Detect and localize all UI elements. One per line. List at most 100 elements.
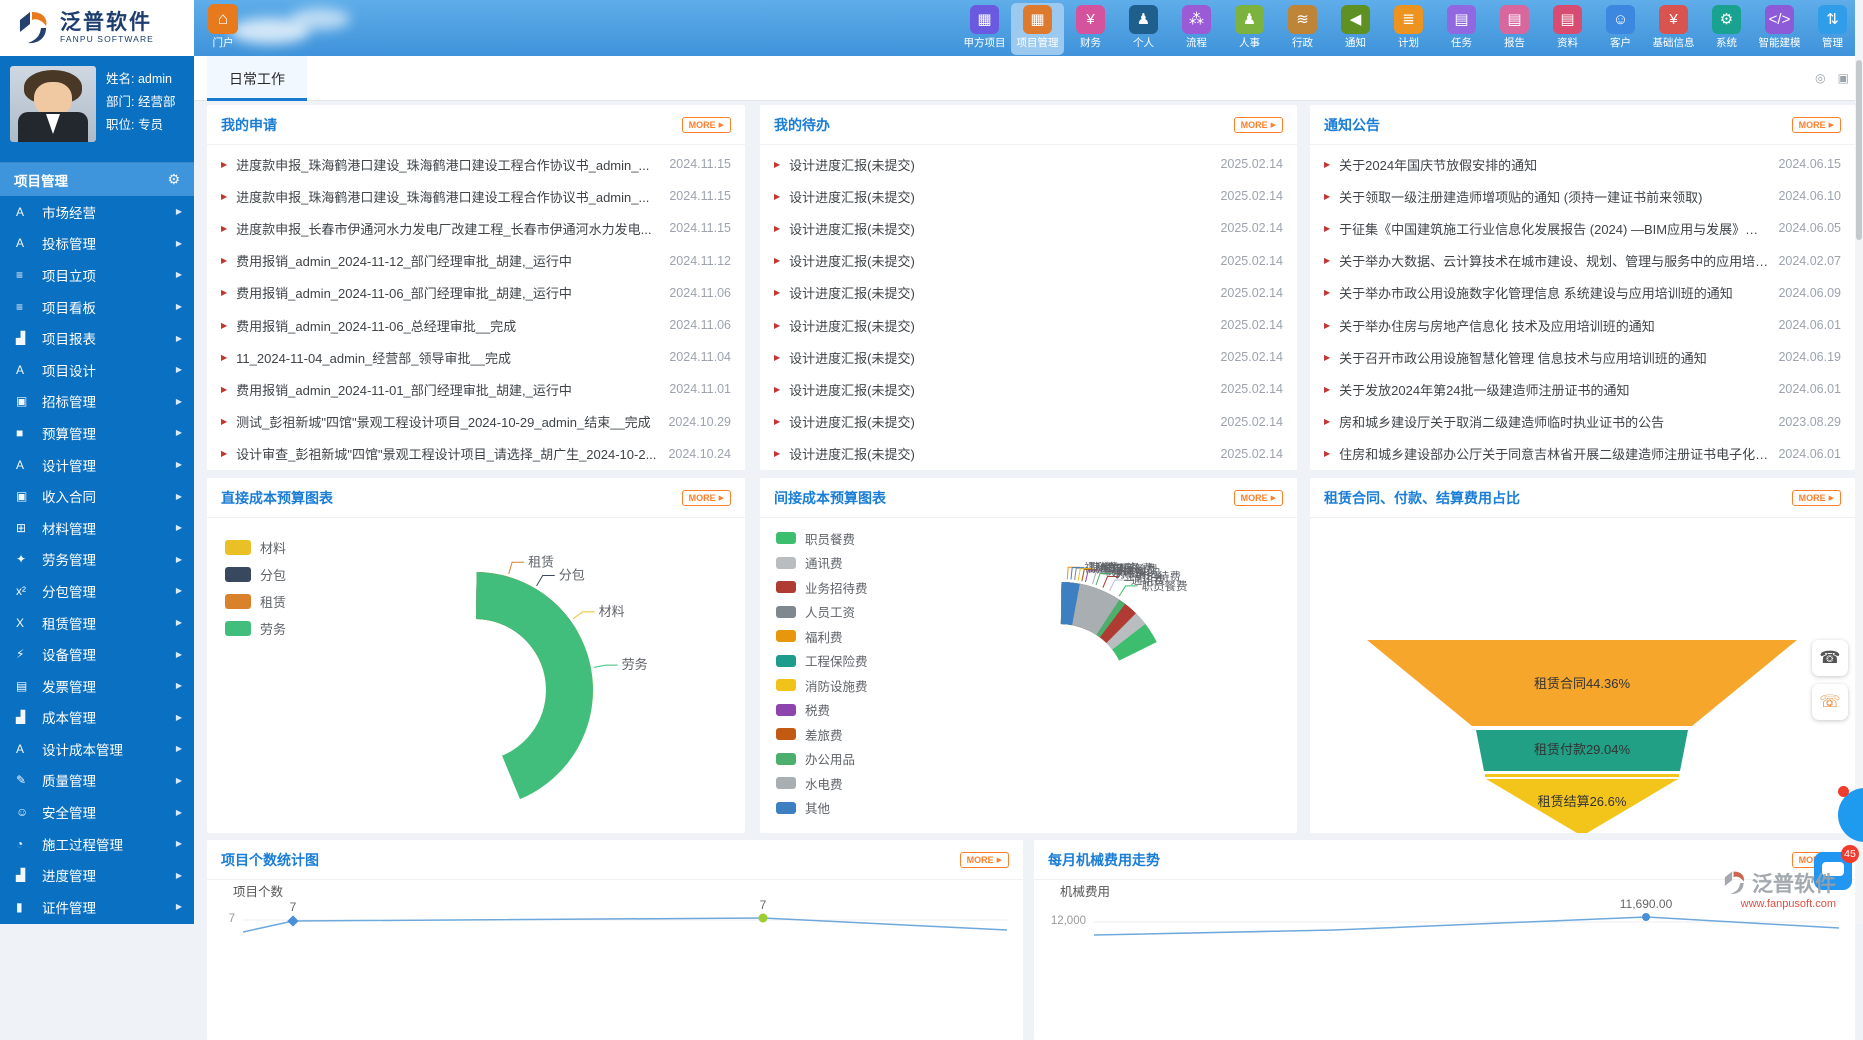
customer-service-button[interactable]: ☎ xyxy=(1812,640,1848,676)
sidebar-item-18[interactable]: A设计成本管理▶ xyxy=(0,733,194,765)
nav-item-6[interactable]: ♟人事 xyxy=(1223,3,1276,55)
legend-item[interactable]: 通讯费 xyxy=(776,551,868,576)
legend-item[interactable]: 办公用品 xyxy=(776,747,868,772)
nav-item-13[interactable]: ☺客户 xyxy=(1594,3,1647,55)
nav-item-2[interactable]: ▦项目管理 xyxy=(1011,3,1064,55)
more-button[interactable]: MORE▶ xyxy=(960,852,1009,868)
more-button[interactable]: MORE▶ xyxy=(1792,117,1841,133)
nav-item-14[interactable]: ¥基础信息 xyxy=(1647,3,1700,55)
nav-item-4[interactable]: ♟个人 xyxy=(1117,3,1170,55)
nav-item-11[interactable]: ▤报告 xyxy=(1488,3,1541,55)
sidebar-item-3[interactable]: ≡项目立项▶ xyxy=(0,259,194,291)
legend-item[interactable]: 消防设施费 xyxy=(776,673,868,698)
sidebar-item-2[interactable]: A投标管理▶ xyxy=(0,228,194,260)
sidebar-item-5[interactable]: ▟项目报表▶ xyxy=(0,322,194,354)
nav-item-12[interactable]: ▤资料 xyxy=(1541,3,1594,55)
fullscreen-icon[interactable]: ▣ xyxy=(1838,71,1849,85)
list-item[interactable]: ▶设计进度汇报(未提交)2025.02.14 xyxy=(760,309,1297,341)
data-marker[interactable] xyxy=(287,915,298,926)
legend-item[interactable]: 水电费 xyxy=(776,771,868,796)
list-item[interactable]: ▶设计进度汇报(未提交)2025.02.14 xyxy=(760,148,1297,180)
list-item[interactable]: ▶进度款申报_珠海鹤港口建设_珠海鹤港口建设工程合作协议书_admin_...2… xyxy=(207,148,745,180)
list-item[interactable]: ▶11_2024-11-04_admin_经营部_领导审批__完成2024.11… xyxy=(207,341,745,373)
nav-item-8[interactable]: ◀通知 xyxy=(1329,3,1382,55)
gear-icon[interactable]: ⚙ xyxy=(167,171,180,188)
list-item[interactable]: ▶关于领取一级注册建造师增项贴的通知 (须持一建证书前来领取)2024.06.1… xyxy=(1310,180,1855,212)
nav-item-16[interactable]: </>智能建模 xyxy=(1753,3,1806,55)
legend-item[interactable]: 差旅费 xyxy=(776,722,868,747)
sidebar-item-19[interactable]: ✎质量管理▶ xyxy=(0,765,194,797)
nav-item-9[interactable]: ≣计划 xyxy=(1382,3,1435,55)
list-item[interactable]: ▶设计进度汇报(未提交)2025.02.14 xyxy=(760,438,1297,470)
list-item[interactable]: ▶设计进度汇报(未提交)2025.02.14 xyxy=(760,180,1297,212)
list-item[interactable]: ▶设计审查_彭祖新城"四馆"景观工程设计项目_请选择_胡广生_2024-10-2… xyxy=(207,438,745,470)
list-item[interactable]: ▶设计进度汇报(未提交)2025.02.14 xyxy=(760,277,1297,309)
nav-item-5[interactable]: ⁂流程 xyxy=(1170,3,1223,55)
data-marker[interactable] xyxy=(759,914,768,923)
list-item[interactable]: ▶费用报销_admin_2024-11-06_部门经理审批_胡建,_运行中202… xyxy=(207,277,745,309)
list-item[interactable]: ▶费用报销_admin_2024-11-06_总经理审批__完成2024.11.… xyxy=(207,309,745,341)
list-item[interactable]: ▶关于举办市政公用设施数字化管理信息 系统建设与应用培训班的通知2024.06.… xyxy=(1310,277,1855,309)
donut-segment-劳务[interactable] xyxy=(476,572,593,799)
sidebar-item-1[interactable]: A市场经营▶ xyxy=(0,196,194,228)
list-item[interactable]: ▶关于举办住房与房地产信息化 技术及应用培训班的通知2024.06.01 xyxy=(1310,309,1855,341)
legend-item[interactable]: 劳务 xyxy=(225,615,286,642)
list-item[interactable]: ▶关于2024年国庆节放假安排的通知2024.06.15 xyxy=(1310,148,1855,180)
sidebar-item-15[interactable]: ⚡设备管理▶ xyxy=(0,638,194,670)
legend-item[interactable]: 职员餐费 xyxy=(776,526,868,551)
nav-item-10[interactable]: ▤任务 xyxy=(1435,3,1488,55)
list-item[interactable]: ▶费用报销_admin_2024-11-01_部门经理审批_胡建,_运行中202… xyxy=(207,373,745,405)
legend-item[interactable]: 税费 xyxy=(776,698,868,723)
more-button[interactable]: MORE▶ xyxy=(682,490,731,506)
legend-item[interactable]: 分包 xyxy=(225,561,286,588)
list-item[interactable]: ▶设计进度汇报(未提交)2025.02.14 xyxy=(760,373,1297,405)
list-item[interactable]: ▶费用报销_admin_2024-11-12_部门经理审批_胡建,_运行中202… xyxy=(207,245,745,277)
list-item[interactable]: ▶设计进度汇报(未提交)2025.02.14 xyxy=(760,212,1297,244)
legend-item[interactable]: 材料 xyxy=(225,534,286,561)
nav-item-7[interactable]: ≋行政 xyxy=(1276,3,1329,55)
sidebar-item-6[interactable]: A项目设计▶ xyxy=(0,354,194,386)
contact-phone-button[interactable]: ☏ xyxy=(1812,684,1848,720)
nav-item-15[interactable]: ⚙系统 xyxy=(1700,3,1753,55)
list-item[interactable]: ▶关于召开市政公用设施智慧化管理 信息技术与应用培训班的通知2024.06.19 xyxy=(1310,341,1855,373)
list-item[interactable]: ▶进度款申报_长春市伊通河水力发电厂改建工程_长春市伊通河水力发电...2024… xyxy=(207,212,745,244)
list-item[interactable]: ▶关于发放2024年第24批一级建造师注册证书的通知2024.06.01 xyxy=(1310,373,1855,405)
tab-daily-work[interactable]: 日常工作 xyxy=(207,56,307,101)
sidebar-item-21[interactable]: ◔施工过程管理▶ xyxy=(0,828,194,860)
nav-item-1[interactable]: ▦甲方项目 xyxy=(958,3,1011,55)
legend-item[interactable]: 其他 xyxy=(776,796,868,821)
legend-item[interactable]: 人员工资 xyxy=(776,600,868,625)
sidebar-item-9[interactable]: A设计管理▶ xyxy=(0,449,194,481)
list-item[interactable]: ▶设计进度汇报(未提交)2025.02.14 xyxy=(760,245,1297,277)
sidebar-item-14[interactable]: X租赁管理▶ xyxy=(0,607,194,639)
sidebar-item-20[interactable]: ☺安全管理▶ xyxy=(0,796,194,828)
list-item[interactable]: ▶设计进度汇报(未提交)2025.02.14 xyxy=(760,406,1297,438)
list-item[interactable]: ▶于征集《中国建筑施工行业信息化发展报告 (2024) —BIM应用与发展》材料… xyxy=(1310,212,1855,244)
lock-screen-icon[interactable]: ◎ xyxy=(1815,71,1825,85)
nav-item-3[interactable]: ¥财务 xyxy=(1064,3,1117,55)
sidebar-item-4[interactable]: ≡项目看板▶ xyxy=(0,291,194,323)
legend-item[interactable]: 租赁 xyxy=(225,588,286,615)
sidebar-item-23[interactable]: ▮证件管理▶ xyxy=(0,891,194,923)
legend-item[interactable]: 工程保险费 xyxy=(776,649,868,674)
data-marker[interactable] xyxy=(1642,913,1650,921)
more-button[interactable]: MORE▶ xyxy=(1234,490,1283,506)
sidebar-item-17[interactable]: ▟成本管理▶ xyxy=(0,702,194,734)
list-item[interactable]: ▶住房和城乡建设部办公厅关于同意吉林省开展二级建造师注册证书电子化试点...20… xyxy=(1310,438,1855,470)
list-item[interactable]: ▶关于举办大数据、云计算技术在城市建设、规划、管理与服务中的应用培训班...20… xyxy=(1310,245,1855,277)
legend-item[interactable]: 业务招待费 xyxy=(776,575,868,600)
sidebar-item-13[interactable]: x²分包管理▶ xyxy=(0,575,194,607)
list-item[interactable]: ▶进度款申报_珠海鹤港口建设_珠海鹤港口建设工程合作协议书_admin_...2… xyxy=(207,180,745,212)
scrollbar-thumb[interactable] xyxy=(1856,60,1862,240)
sidebar-item-7[interactable]: ▣招标管理▶ xyxy=(0,386,194,418)
more-button[interactable]: MORE▶ xyxy=(682,117,731,133)
legend-item[interactable]: 福利费 xyxy=(776,624,868,649)
more-button[interactable]: MORE▶ xyxy=(1234,117,1283,133)
sidebar-item-10[interactable]: ▣收入合同▶ xyxy=(0,480,194,512)
sidebar-item-22[interactable]: ▟进度管理▶ xyxy=(0,859,194,891)
nav-item-portal[interactable]: ⌂ 门户 xyxy=(200,3,246,55)
list-item[interactable]: ▶设计进度汇报(未提交)2025.02.14 xyxy=(760,341,1297,373)
list-item[interactable]: ▶测试_彭祖新城"四馆"景观工程设计项目_2024-10-29_admin_结束… xyxy=(207,406,745,438)
sidebar-item-8[interactable]: ■预算管理▶ xyxy=(0,417,194,449)
more-button[interactable]: MORE▶ xyxy=(1792,490,1841,506)
